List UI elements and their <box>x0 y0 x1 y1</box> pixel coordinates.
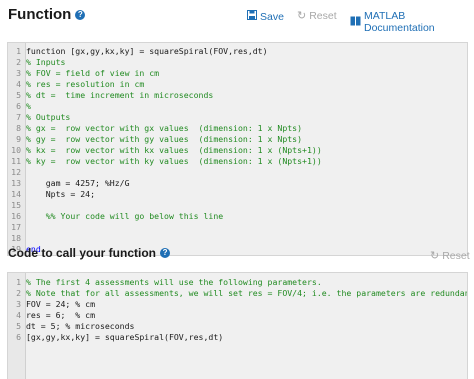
line-number: 6 <box>16 101 21 111</box>
save-label: Save <box>260 10 284 23</box>
code-line[interactable]: 3 % FOV = field of view in cm <box>8 68 467 79</box>
code-text: Npts = 24; <box>26 189 96 199</box>
reset-call-label: Reset <box>442 250 470 262</box>
code-line[interactable]: 2 % Inputs <box>8 57 467 68</box>
code-line[interactable]: 16 %% Your code will go below this line <box>8 211 467 222</box>
code-line[interactable]: 17 <box>8 222 467 233</box>
line-number: 4 <box>16 310 21 320</box>
book-icon <box>350 16 361 29</box>
matlab-documentation-link[interactable]: MATLAB Documentation <box>350 10 474 34</box>
code-line[interactable]: 6% <box>8 101 467 112</box>
line-number: 3 <box>16 68 21 78</box>
reset-call-button[interactable]: ↻ Reset <box>430 250 470 262</box>
code-line[interactable]: 5 dt = 5; % microseconds <box>8 321 467 332</box>
code-text: % gx = row vector with gx values (dimens… <box>26 123 303 133</box>
line-number: 13 <box>11 178 21 188</box>
line-number: 10 <box>11 145 21 155</box>
call-section-title-text: Code to call your function <box>8 246 157 260</box>
call-section-title: Code to call your function ? <box>8 246 171 260</box>
code-text: % <box>26 101 31 111</box>
line-number: 3 <box>16 299 21 309</box>
code-line[interactable]: 1 function [gx,gy,kx,ky] = squareSpiral(F… <box>8 46 467 57</box>
code-text: FOV = 24; % cm <box>26 299 96 309</box>
code-text: dt = 5; % microseconds <box>26 321 135 331</box>
line-number: 2 <box>16 288 21 298</box>
code-text: gam = 4257; %Hz/G <box>26 178 130 188</box>
line-number: 17 <box>11 222 21 232</box>
code-line[interactable]: 9 % gy = row vector with gy values (dimen… <box>8 134 467 145</box>
code-text: % Outputs <box>26 112 71 122</box>
line-number: 15 <box>11 200 21 210</box>
line-number: 5 <box>16 321 21 331</box>
code-line[interactable]: 15 <box>8 200 467 211</box>
code-text: % dt = time increment in microseconds <box>26 90 214 100</box>
code-line[interactable]: 18 <box>8 233 467 244</box>
reset-button[interactable]: ↻ Reset <box>297 10 337 22</box>
reset-label: Reset <box>309 10 337 22</box>
code-line[interactable]: 3 FOV = 24; % cm <box>8 299 467 310</box>
line-number: 1 <box>16 46 21 56</box>
code-text: % ky = row vector with ky values (dimens… <box>26 156 322 166</box>
code-text: res = 6; % cm <box>26 310 96 320</box>
help-icon[interactable]: ? <box>75 9 86 20</box>
code-line[interactable]: 5 % dt = time increment in microseconds <box>8 90 467 101</box>
code-line[interactable]: 2 % Note that for all assessments, we wil… <box>8 288 467 299</box>
line-number: 4 <box>16 79 21 89</box>
code-line[interactable]: 4 % res = resolution in cm <box>8 79 467 90</box>
save-button[interactable]: Save <box>247 10 284 23</box>
line-number: 2 <box>16 57 21 67</box>
code-text: % gy = row vector with gy values (dimens… <box>26 134 303 144</box>
code-line[interactable]: 7 % Outputs <box>8 112 467 123</box>
code-line[interactable]: 14 Npts = 24; <box>8 189 467 200</box>
code-text: % Inputs <box>26 57 66 67</box>
code-line[interactable]: 11 % ky = row vector with ky values (dime… <box>8 156 467 167</box>
code-text: % FOV = field of view in cm <box>26 68 160 78</box>
page-title: Function ? <box>8 6 86 23</box>
save-icon <box>247 10 257 23</box>
page-title-text: Function <box>8 6 72 23</box>
code-line[interactable]: 6 [gx,gy,kx,ky] = squareSpiral(FOV,res,dt… <box>8 332 467 343</box>
function-code-editor[interactable]: 1 function [gx,gy,kx,ky] = squareSpiral(F… <box>7 42 468 256</box>
line-number: 6 <box>16 332 21 342</box>
code-text: % Note that for all assessments, we will… <box>26 288 468 298</box>
code-text: % res = resolution in cm <box>26 79 145 89</box>
code-line[interactable]: 4 res = 6; % cm <box>8 310 467 321</box>
reset-icon: ↻ <box>297 9 307 22</box>
line-number: 14 <box>11 189 21 199</box>
line-number: 12 <box>11 167 21 177</box>
line-number: 8 <box>16 123 21 133</box>
docs-label: MATLAB Documentation <box>364 10 435 34</box>
line-number: 1 <box>16 277 21 287</box>
line-number: 18 <box>11 233 21 243</box>
code-line[interactable]: 13 gam = 4257; %Hz/G <box>8 178 467 189</box>
code-line[interactable]: 12 <box>8 167 467 178</box>
line-number: 5 <box>16 90 21 100</box>
code-text: [gx,gy,kx,ky] = squareSpiral(FOV,res,dt) <box>26 332 224 342</box>
code-text: % The first 4 assessments will use the f… <box>26 277 322 287</box>
reset-icon: ↻ <box>430 249 440 262</box>
line-number: 9 <box>16 134 21 144</box>
code-text: % kx = row vector with kx values (dimens… <box>26 145 322 155</box>
line-number: 16 <box>11 211 21 221</box>
code-text: %% Your code will go below this line <box>26 211 224 221</box>
call-code-editor[interactable]: 1 % The first 4 assessments will use the … <box>7 272 468 379</box>
line-number: 7 <box>16 112 21 122</box>
help-icon[interactable]: ? <box>160 248 171 258</box>
code-line[interactable]: 8 % gx = row vector with gx values (dimen… <box>8 123 467 134</box>
code-line[interactable]: 10 % kx = row vector with kx values (dime… <box>8 145 467 156</box>
code-line[interactable]: 1 % The first 4 assessments will use the … <box>8 277 467 288</box>
code-text: function [gx,gy,kx,ky] = squareSpiral(FO… <box>26 46 268 56</box>
line-number: 11 <box>11 156 21 166</box>
